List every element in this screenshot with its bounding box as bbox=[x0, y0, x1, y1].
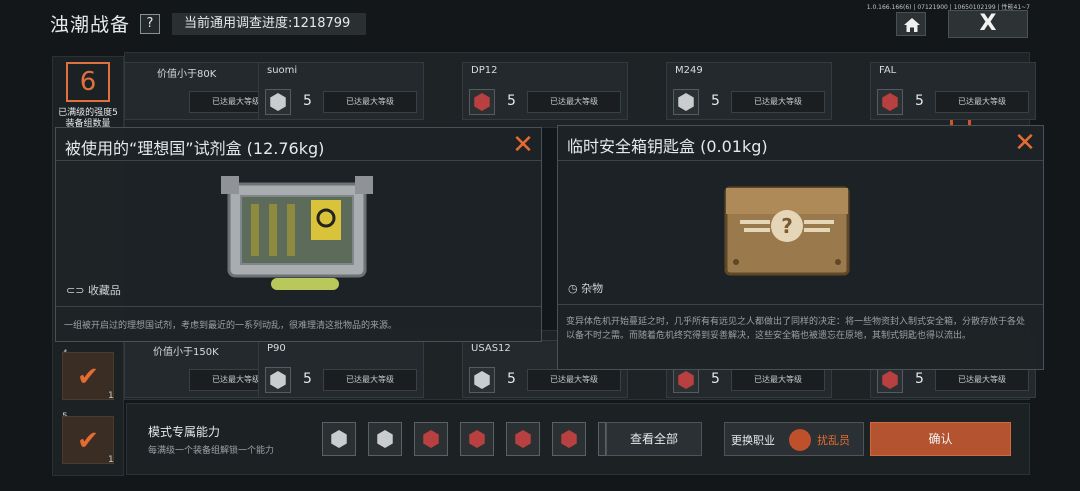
clock-icon: ◷ bbox=[568, 282, 582, 295]
weapon-name: P90 bbox=[267, 343, 286, 354]
item-title: 临时安全箱钥匙盒 (0.01kg) bbox=[567, 137, 768, 156]
max-level-label: 已达最大等级 bbox=[731, 369, 825, 391]
ability-skull-icon[interactable] bbox=[368, 422, 402, 456]
view-all-button[interactable]: 查看全部 bbox=[606, 422, 702, 456]
max-level-label: 已达最大等级 bbox=[527, 91, 621, 113]
ability-icon bbox=[673, 367, 699, 393]
ability-icon bbox=[265, 367, 291, 393]
change-career-button[interactable]: 更换职业 扰乱员 bbox=[724, 422, 864, 456]
weapon-level: 5 bbox=[711, 371, 720, 387]
ability-icon bbox=[877, 367, 903, 393]
equipment-slot[interactable]: ✔ bbox=[62, 416, 114, 464]
home-icon bbox=[904, 18, 920, 32]
check-icon: ✔ bbox=[77, 362, 99, 392]
max-level-label: 已达最大等级 bbox=[935, 91, 1029, 113]
weapon-name: 价值小于80K bbox=[157, 69, 217, 80]
career-name: 扰乱员 bbox=[817, 434, 850, 447]
help-button[interactable]: ? bbox=[140, 14, 160, 34]
ability-icon bbox=[469, 89, 495, 115]
survey-progress: 当前通用调查进度:1218799 bbox=[172, 13, 366, 35]
close-icon[interactable]: ✕ bbox=[1013, 130, 1037, 156]
weapon-card[interactable]: FAL 5 已达最大等级 bbox=[870, 62, 1036, 120]
weapon-level: 5 bbox=[711, 93, 720, 109]
ability-icon bbox=[265, 89, 291, 115]
weapon-level: 5 bbox=[507, 93, 516, 109]
ability-icon bbox=[877, 89, 903, 115]
item-title: 被使用的“理想国”试剂盒 (12.76kg) bbox=[65, 139, 325, 158]
ability-fire-icon[interactable] bbox=[506, 422, 540, 456]
weapon-name: M249 bbox=[675, 65, 703, 76]
reagent-box-image bbox=[221, 176, 373, 290]
ability-icon bbox=[469, 367, 495, 393]
weapon-name: 价值小于150K bbox=[153, 347, 219, 358]
ability-target-icon[interactable] bbox=[552, 422, 586, 456]
home-button[interactable] bbox=[896, 12, 926, 36]
confirm-button[interactable]: 确认 bbox=[870, 422, 1011, 456]
max-level-label: 已达最大等级 bbox=[323, 369, 417, 391]
weapon-level: 5 bbox=[507, 371, 516, 387]
weapon-card[interactable]: P90 5 已达最大等级 bbox=[258, 340, 424, 398]
radiation-icon bbox=[789, 429, 811, 451]
weapon-name: DP12 bbox=[471, 65, 498, 76]
ability-icon bbox=[673, 89, 699, 115]
weapon-card[interactable]: suomi 5 已达最大等级 bbox=[258, 62, 424, 120]
max-level-label: 已达最大等级 bbox=[323, 91, 417, 113]
close-icon[interactable]: ✕ bbox=[511, 132, 535, 158]
ability-skull-icon[interactable] bbox=[322, 422, 356, 456]
ability-mutant-icon[interactable] bbox=[460, 422, 494, 456]
link-icon: ⊂⊃ bbox=[66, 284, 88, 297]
weapon-level: 5 bbox=[303, 93, 312, 109]
weapon-name: USAS12 bbox=[471, 343, 511, 354]
level-indicator: 6 bbox=[66, 62, 110, 102]
ability-more-icon[interactable] bbox=[598, 422, 606, 456]
weapon-name: suomi bbox=[267, 65, 298, 76]
weapon-level: 5 bbox=[915, 93, 924, 109]
slot-count: 1 bbox=[108, 455, 114, 465]
page-title: 浊潮战备 bbox=[50, 14, 131, 36]
weapon-level: 5 bbox=[303, 371, 312, 387]
svg-text:?: ? bbox=[781, 214, 793, 238]
max-level-label: 已达最大等级 bbox=[731, 91, 825, 113]
max-level-label: 已达最大等级 bbox=[527, 369, 621, 391]
weapon-card[interactable]: DP12 5 已达最大等级 bbox=[462, 62, 628, 120]
item-description: 变异体危机开始蔓延之时，几乎所有有远见之人都做出了同样的决定：将一些物资封入制式… bbox=[566, 317, 1026, 341]
item-description: 一组被开启过的理想国试剂，考虑到最近的一系列动乱，很难理清这批物品的来源。 bbox=[64, 321, 398, 331]
key-box-image: ? bbox=[724, 186, 850, 276]
check-icon: ✔ bbox=[77, 426, 99, 456]
mode-abilities-title: 模式专属能力 bbox=[148, 425, 221, 439]
item-category: ◷ 杂物 bbox=[568, 282, 604, 295]
item-category: ⊂⊃ 收藏品 bbox=[66, 284, 121, 297]
ability-mutant-icon[interactable] bbox=[414, 422, 448, 456]
close-button[interactable]: X bbox=[948, 10, 1028, 38]
weapon-name: FAL bbox=[879, 65, 897, 76]
max-level-label: 已达最大等级 bbox=[935, 369, 1029, 391]
change-career-label: 更换职业 bbox=[731, 434, 775, 447]
slot-count: 1 bbox=[108, 391, 114, 401]
weapon-level: 5 bbox=[915, 371, 924, 387]
item-tooltip-reagent-box: 被使用的“理想国”试剂盒 (12.76kg) ✕ ⊂⊃ 收藏品 一组被开启过的理… bbox=[55, 127, 542, 342]
equipment-slot[interactable]: ✔ bbox=[62, 352, 114, 400]
mode-abilities-subtitle: 每满级一个装备组解锁一个能力 bbox=[148, 446, 275, 456]
weapon-card[interactable]: M249 5 已达最大等级 bbox=[666, 62, 832, 120]
item-tooltip-key-box: 临时安全箱钥匙盒 (0.01kg) ✕ ? ◷ 杂物 变异体危机开始蔓延之时，几… bbox=[557, 125, 1044, 370]
